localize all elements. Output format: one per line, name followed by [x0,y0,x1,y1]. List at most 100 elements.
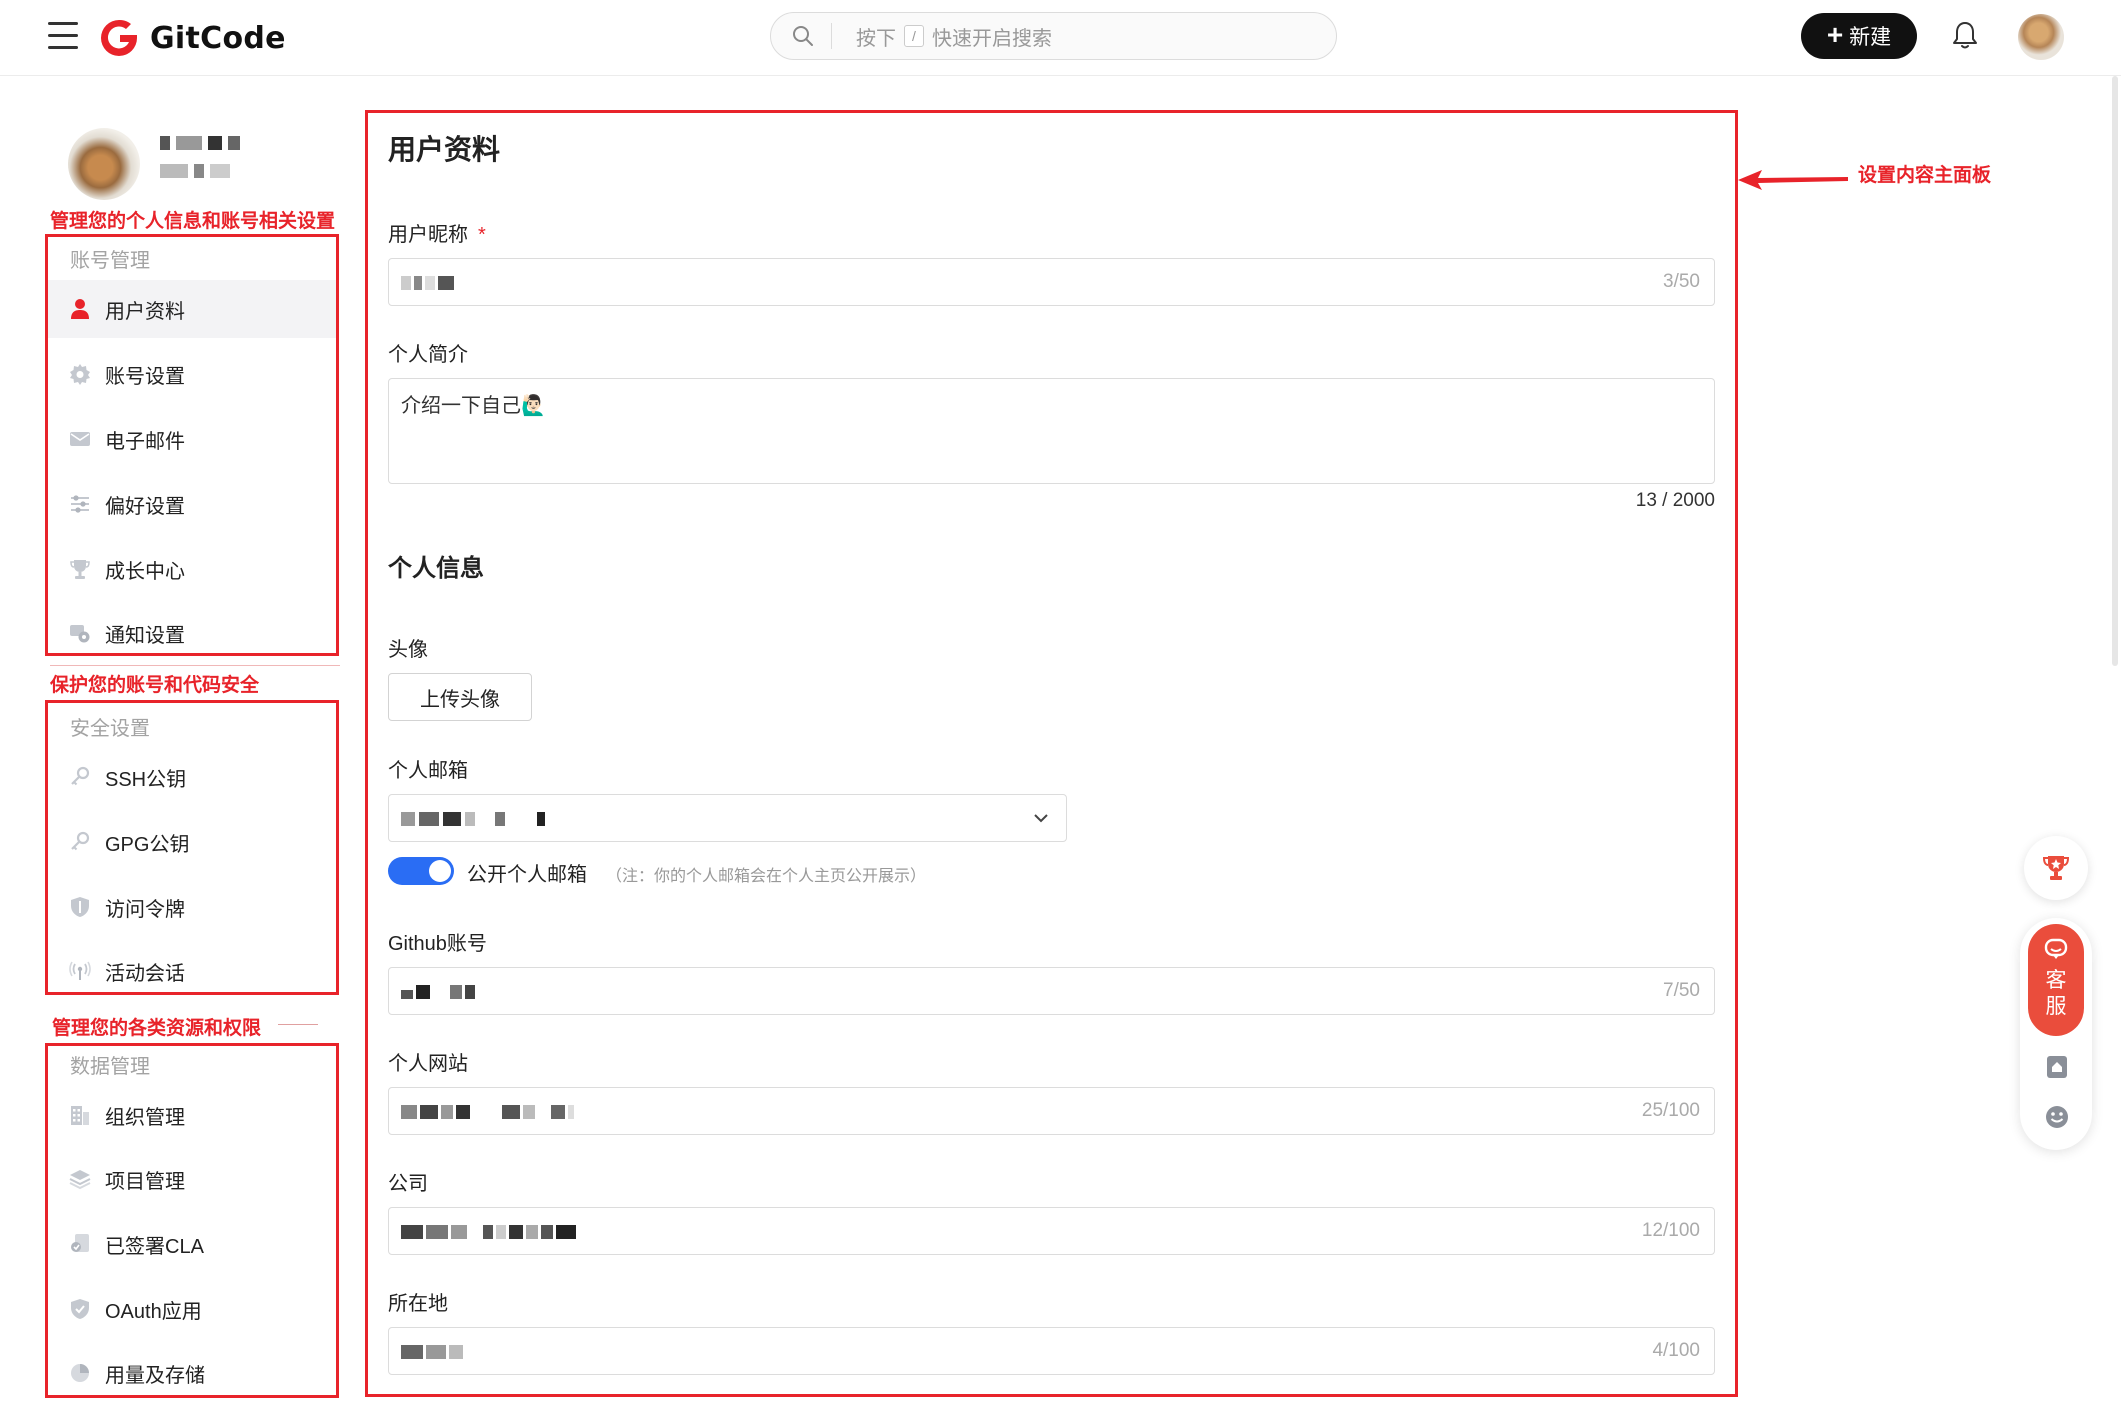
sidebar-item-label: 成长中心 [105,560,185,583]
company-input[interactable]: 12/100 [388,1207,1715,1255]
sidebar-item-ssh-keys[interactable]: SSH公钥 [48,748,336,806]
plus-icon: + [1826,18,1844,50]
sidebar-item-label: 账号设置 [105,365,185,388]
sidebar-item-notification-settings[interactable]: 通知设置 [48,604,336,662]
search-prefix: 按下 [856,27,896,50]
layers-icon [69,1168,91,1190]
page-scrollbar[interactable] [2112,76,2118,666]
profile-name-redacted [160,136,244,178]
service-label-line1: 客 [2045,969,2067,992]
sidebar-item-account-settings[interactable]: 账号设置 [48,345,336,403]
search-icon [793,26,813,46]
customer-service-label: 客 服 [2028,968,2084,1020]
sidebar-item-active-sessions[interactable]: 活动会话 [48,942,336,1000]
email-select[interactable] [388,794,1067,842]
avatar-label: 头像 [388,639,428,661]
required-mark: * [478,224,486,246]
sidebar-item-projects[interactable]: 项目管理 [48,1150,336,1208]
sidebar-item-label: 已签署CLA [105,1235,204,1258]
sidebar-item-access-tokens[interactable]: 访问令牌 [48,878,336,936]
nickname-counter: 3/50 [1663,271,1700,292]
email-label: 个人邮箱 [388,760,468,782]
redacted-value [401,812,545,826]
sidebar-item-signed-cla[interactable]: 已签署CLA [48,1215,336,1273]
sidebar-item-oauth-apps[interactable]: OAuth应用 [48,1280,336,1338]
toggle-knob [429,860,451,882]
annotation-security-group: 保护您的账号和代码安全 [50,675,260,696]
sidebar-item-user-profile[interactable]: 用户资料 [48,280,336,338]
profile-avatar[interactable] [68,128,140,200]
sidebar-item-label: 偏好设置 [105,495,185,518]
sidebar-item-label: 活动会话 [105,962,185,985]
sidebar-item-label: 项目管理 [105,1170,185,1193]
floating-toolbar: 客 服 [2020,918,2092,1150]
sidebar-item-usage-storage[interactable]: 用量及存储 [48,1344,336,1402]
annotation-divider [278,1024,318,1025]
bell-icon[interactable] [1951,20,1979,50]
gitcode-logo[interactable]: GitCode [98,14,286,62]
annotation-data-group: 管理您的各类资源和权限 [52,1018,262,1039]
broadcast-icon [69,960,91,982]
trophy-icon [69,558,91,580]
bio-counter: 13 / 2000 [1635,490,1715,511]
gear-icon [69,363,91,385]
customer-service-button[interactable]: 客 服 [2028,924,2084,1036]
location-label: 所在地 [388,1293,448,1315]
nickname-label: 用户昵称 * [388,218,486,247]
document-sign-icon [69,1233,91,1255]
github-counter: 7/50 [1663,980,1700,1001]
redacted-value [401,1225,576,1239]
website-label: 个人网站 [388,1053,468,1075]
headset-icon [2044,938,2068,959]
user-avatar[interactable] [2018,14,2064,60]
sidebar-group-security-title: 安全设置 [70,718,150,740]
sidebar-item-label: 电子邮件 [105,430,185,453]
chevron-down-icon [1034,814,1048,823]
location-counter: 4/100 [1652,1340,1700,1361]
public-email-toggle[interactable] [388,857,454,885]
search-placeholder: 按下 / 快速开启搜索 [856,22,1052,51]
search-shortcut-key: / [904,25,924,47]
smiley-icon[interactable] [2044,1104,2070,1130]
nickname-label-text: 用户昵称 [388,224,468,246]
menu-icon[interactable] [48,22,78,50]
sidebar-item-growth-center[interactable]: 成长中心 [48,540,336,598]
sidebar-item-gpg-keys[interactable]: GPG公钥 [48,813,336,871]
redacted-value [401,1105,574,1119]
website-counter: 25/100 [1641,1100,1700,1121]
sidebar-item-preferences[interactable]: 偏好设置 [48,475,336,533]
new-button[interactable]: + 新建 [1801,13,1917,59]
sidebar-item-label: SSH公钥 [105,768,187,791]
achievement-float-button[interactable] [2024,836,2088,900]
search-bar[interactable]: 按下 / 快速开启搜索 [770,12,1337,60]
upload-avatar-button[interactable]: 上传头像 [388,673,532,721]
sidebar-item-label: GPG公钥 [105,833,190,856]
bio-textarea[interactable]: 介绍一下自己🙋🏻‍♂️ [388,378,1715,484]
company-counter: 12/100 [1641,1220,1700,1241]
page-title: 用户资料 [388,134,501,165]
key-icon [69,766,91,788]
annotation-arrow-icon [1738,170,1848,190]
shield-icon [69,896,91,918]
website-input[interactable]: 25/100 [388,1087,1715,1135]
company-label: 公司 [388,1173,428,1195]
sidebar-item-label: 访问令牌 [105,898,185,921]
personal-info-title: 个人信息 [388,555,484,582]
sidebar-item-label: 用户资料 [105,300,185,323]
logo-text: GitCode [150,20,286,56]
nickname-input[interactable]: 3/50 [388,258,1715,306]
shield-check-icon [69,1298,91,1320]
building-icon [69,1104,91,1126]
mail-icon [69,428,91,450]
service-label-line2: 服 [2045,995,2067,1018]
redacted-value [401,985,475,999]
new-button-label: 新建 [1849,26,1892,49]
sidebar-item-email[interactable]: 电子邮件 [48,410,336,468]
location-input[interactable]: 4/100 [388,1327,1715,1375]
feedback-icon[interactable] [2044,1054,2070,1080]
gitcode-logo-icon [101,19,137,56]
github-input[interactable]: 7/50 [388,967,1715,1015]
sidebar-item-organizations[interactable]: 组织管理 [48,1086,336,1144]
sidebar-group-data-title: 数据管理 [70,1056,150,1078]
bio-label: 个人简介 [388,344,468,366]
